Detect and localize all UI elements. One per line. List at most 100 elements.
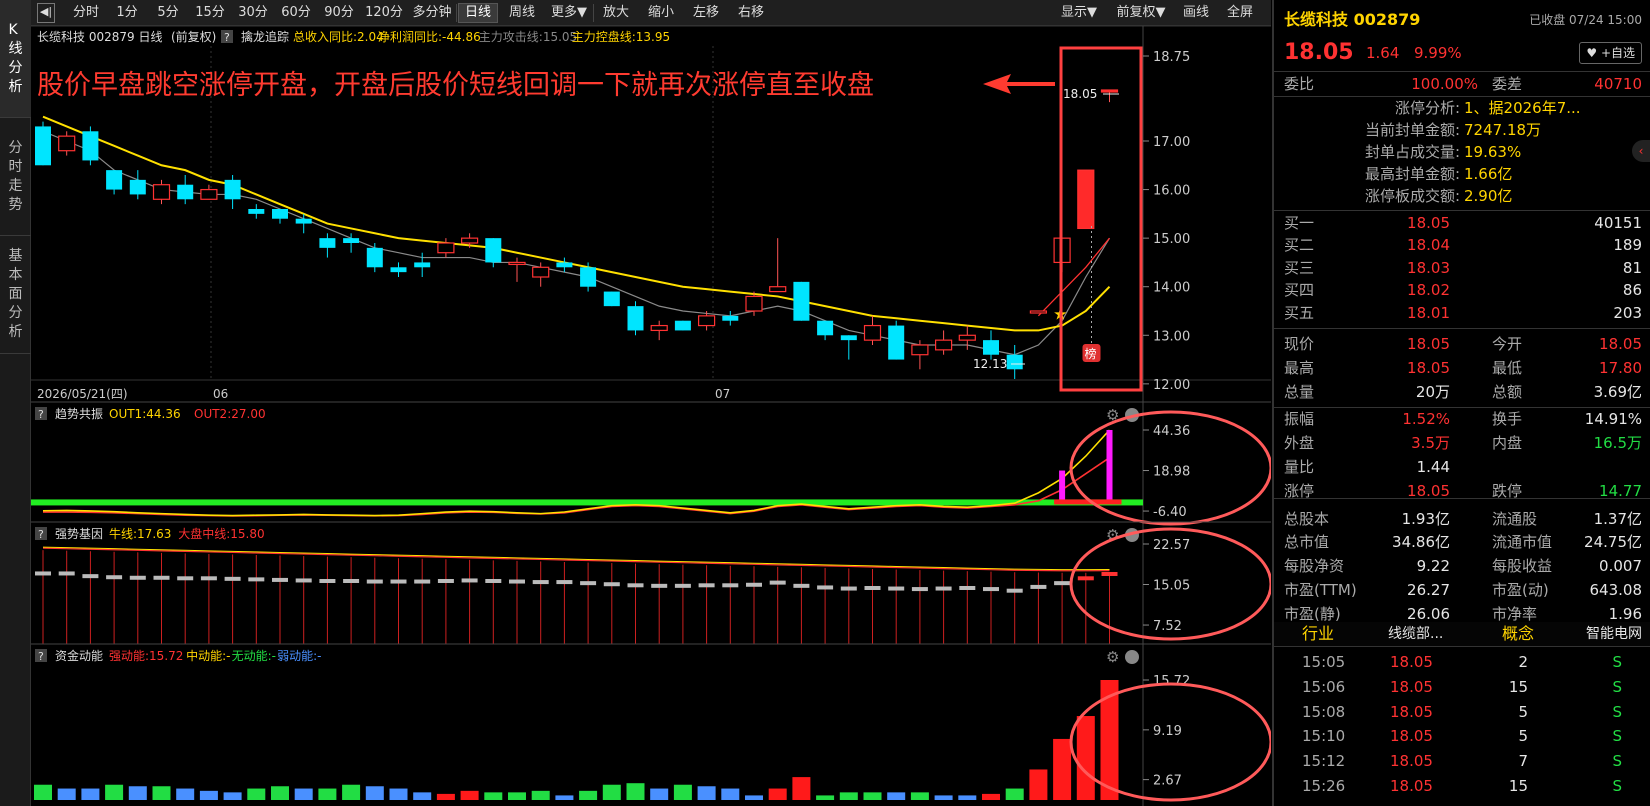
close-icon[interactable] [1125, 650, 1139, 664]
candle-body[interactable] [1100, 89, 1119, 93]
momentum-bar[interactable] [673, 784, 692, 800]
momentum-bar[interactable] [958, 795, 977, 800]
candle-body[interactable] [200, 188, 218, 200]
candle-body[interactable] [414, 262, 431, 268]
add-watchlist-button[interactable]: ♥ +自选 [1579, 42, 1642, 64]
candle-body[interactable] [840, 335, 857, 341]
candle-body[interactable] [769, 286, 787, 293]
momentum-bar[interactable] [1005, 788, 1024, 800]
momentum-bar[interactable] [318, 788, 337, 800]
momentum-bar[interactable] [413, 792, 432, 800]
momentum-bar[interactable] [1029, 769, 1048, 800]
candle-body[interactable] [556, 262, 573, 268]
collapse-left-icon[interactable]: ◀| [37, 3, 55, 23]
momentum-bar[interactable] [1053, 738, 1072, 800]
candle-body[interactable] [745, 295, 763, 312]
period-button[interactable]: 90分 [319, 3, 359, 23]
momentum-bar[interactable] [342, 784, 361, 800]
candle-body[interactable] [650, 324, 668, 332]
momentum-bar[interactable] [508, 792, 526, 800]
period-button[interactable]: 多分钟 [409, 3, 455, 23]
candle-body[interactable] [272, 209, 288, 219]
tab-fundamental[interactable]: 基本面分析 [0, 236, 31, 354]
candle-body[interactable] [35, 126, 51, 166]
candle-body[interactable] [129, 179, 146, 195]
momentum-bar[interactable] [294, 788, 313, 800]
candle-body[interactable] [152, 184, 171, 200]
momentum-bar[interactable] [365, 786, 384, 800]
candle-body[interactable] [674, 320, 691, 331]
candle-body[interactable] [1077, 169, 1095, 230]
candle-body[interactable] [343, 238, 360, 243]
momentum-bar[interactable] [436, 793, 455, 800]
momentum-bar[interactable] [105, 784, 124, 800]
candle-body[interactable] [295, 218, 312, 224]
momentum-bar[interactable] [697, 786, 716, 800]
candle-body[interactable] [863, 324, 882, 341]
kline-chart[interactable]: 长缆科技 002879 日线 (前复权)? 擒龙追踪 总收入同比:2.04净利润同比:… [31, 26, 1271, 806]
period-button[interactable]: 周线 [501, 3, 543, 23]
toolbar-option-button[interactable]: 前复权▼ [1109, 3, 1173, 23]
momentum-bar[interactable] [982, 793, 1000, 800]
candle-body[interactable] [627, 306, 644, 331]
momentum-bar[interactable] [484, 792, 503, 800]
period-button[interactable]: 1分 [108, 3, 146, 23]
momentum-bar[interactable] [271, 786, 289, 800]
period-button[interactable]: 日线 [458, 3, 498, 23]
tab-kline-analysis[interactable]: K线分析 [0, 0, 31, 118]
candle-body[interactable] [82, 131, 99, 161]
candle-body[interactable] [817, 320, 834, 336]
candle-body[interactable] [366, 247, 383, 268]
candle-body[interactable] [437, 242, 455, 254]
candle-body[interactable] [793, 281, 810, 321]
candle-body[interactable] [224, 179, 241, 200]
period-button[interactable]: 分时 [67, 3, 105, 23]
momentum-bar[interactable] [34, 784, 52, 800]
momentum-bar[interactable] [81, 788, 100, 800]
momentum-bar[interactable] [460, 790, 479, 800]
candle-body[interactable] [248, 209, 265, 214]
momentum-bar[interactable] [579, 790, 598, 800]
period-button[interactable]: 120分 [362, 3, 406, 23]
candle-body[interactable] [1006, 354, 1023, 370]
momentum-bar[interactable] [839, 792, 858, 800]
momentum-bar[interactable] [176, 788, 195, 800]
period-button[interactable]: 右移 [730, 3, 772, 23]
momentum-bar[interactable] [223, 792, 242, 800]
tab-intraday[interactable]: 分时走势 [0, 118, 31, 236]
candle-body[interactable] [485, 238, 502, 263]
momentum-bar[interactable] [152, 786, 171, 800]
toolbar-option-button[interactable]: 全屏 [1219, 3, 1261, 23]
momentum-bar[interactable] [199, 790, 218, 800]
momentum-bar[interactable] [602, 784, 621, 800]
candle-body[interactable] [911, 344, 929, 356]
momentum-bar[interactable] [863, 792, 882, 800]
candle-body[interactable] [508, 261, 526, 266]
candle-body[interactable] [958, 334, 976, 341]
candle-body[interactable] [888, 325, 905, 360]
candle-body[interactable] [58, 135, 76, 152]
momentum-bar[interactable] [887, 792, 906, 800]
period-button[interactable]: 30分 [233, 3, 273, 23]
momentum-bar[interactable] [721, 788, 740, 800]
candle-body[interactable] [603, 291, 620, 307]
momentum-bar[interactable] [626, 783, 645, 800]
candle-body[interactable] [580, 267, 597, 287]
candle-body[interactable] [697, 315, 716, 327]
momentum-bar[interactable] [910, 792, 929, 800]
momentum-bar[interactable] [247, 788, 266, 800]
period-button[interactable]: 60分 [276, 3, 316, 23]
candle-body[interactable] [722, 315, 739, 321]
period-button[interactable]: 放大 [595, 3, 637, 23]
momentum-bar[interactable] [792, 777, 811, 800]
momentum-bar[interactable] [555, 795, 574, 800]
momentum-bar[interactable] [57, 788, 76, 800]
toolbar-option-button[interactable]: 显示▼ [1051, 3, 1107, 23]
period-button[interactable]: 15分 [190, 3, 230, 23]
period-button[interactable]: 更多▼ [546, 3, 592, 23]
momentum-bar[interactable] [934, 795, 953, 800]
candle-body[interactable] [319, 238, 336, 248]
momentum-bar[interactable] [745, 795, 763, 800]
momentum-bar[interactable] [128, 786, 147, 800]
momentum-bar[interactable] [531, 790, 550, 800]
